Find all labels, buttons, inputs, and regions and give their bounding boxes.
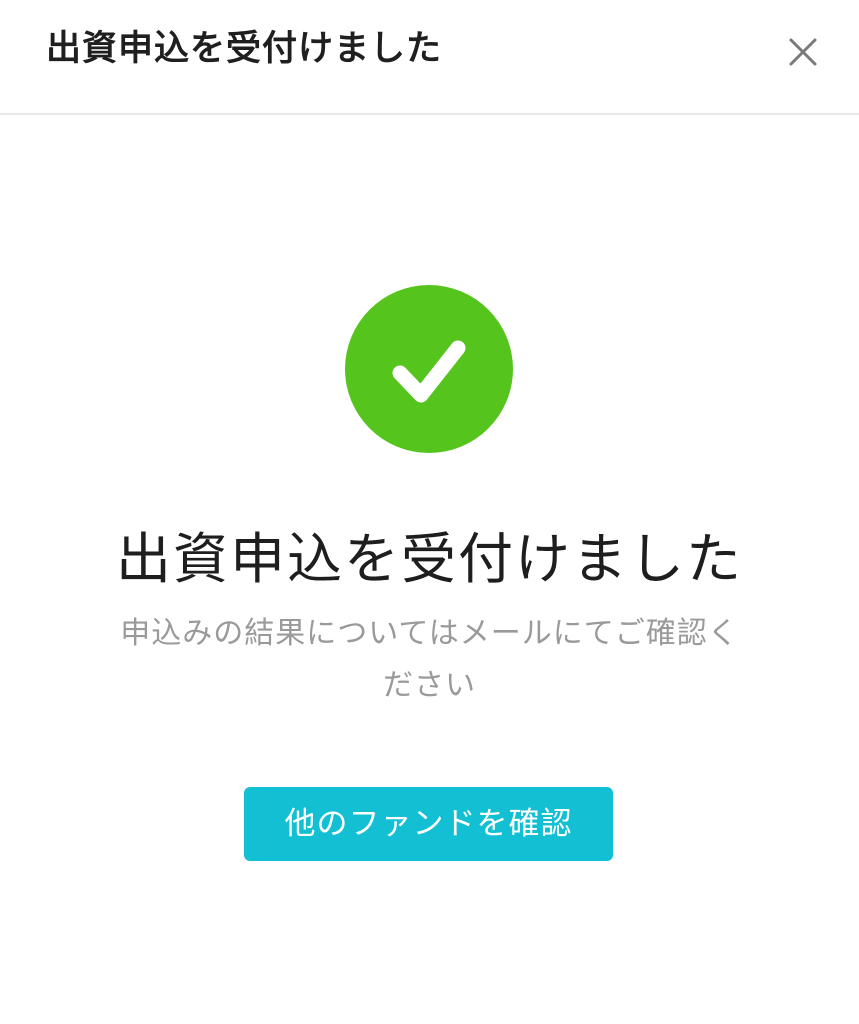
close-button[interactable] [782, 32, 824, 74]
page-title: 出資申込を受付けました [115, 527, 743, 591]
result-message: 申込みの結果についてはメールにてご確認ください [120, 616, 739, 703]
check-other-funds-button[interactable]: 他のファンドを確認 [244, 787, 613, 861]
header-title: 出資申込を受付けました [46, 29, 443, 69]
checkmark-icon [392, 340, 466, 403]
modal-header: 出資申込を受付けました [0, 0, 859, 115]
close-icon [789, 38, 817, 66]
success-icon [345, 285, 513, 453]
